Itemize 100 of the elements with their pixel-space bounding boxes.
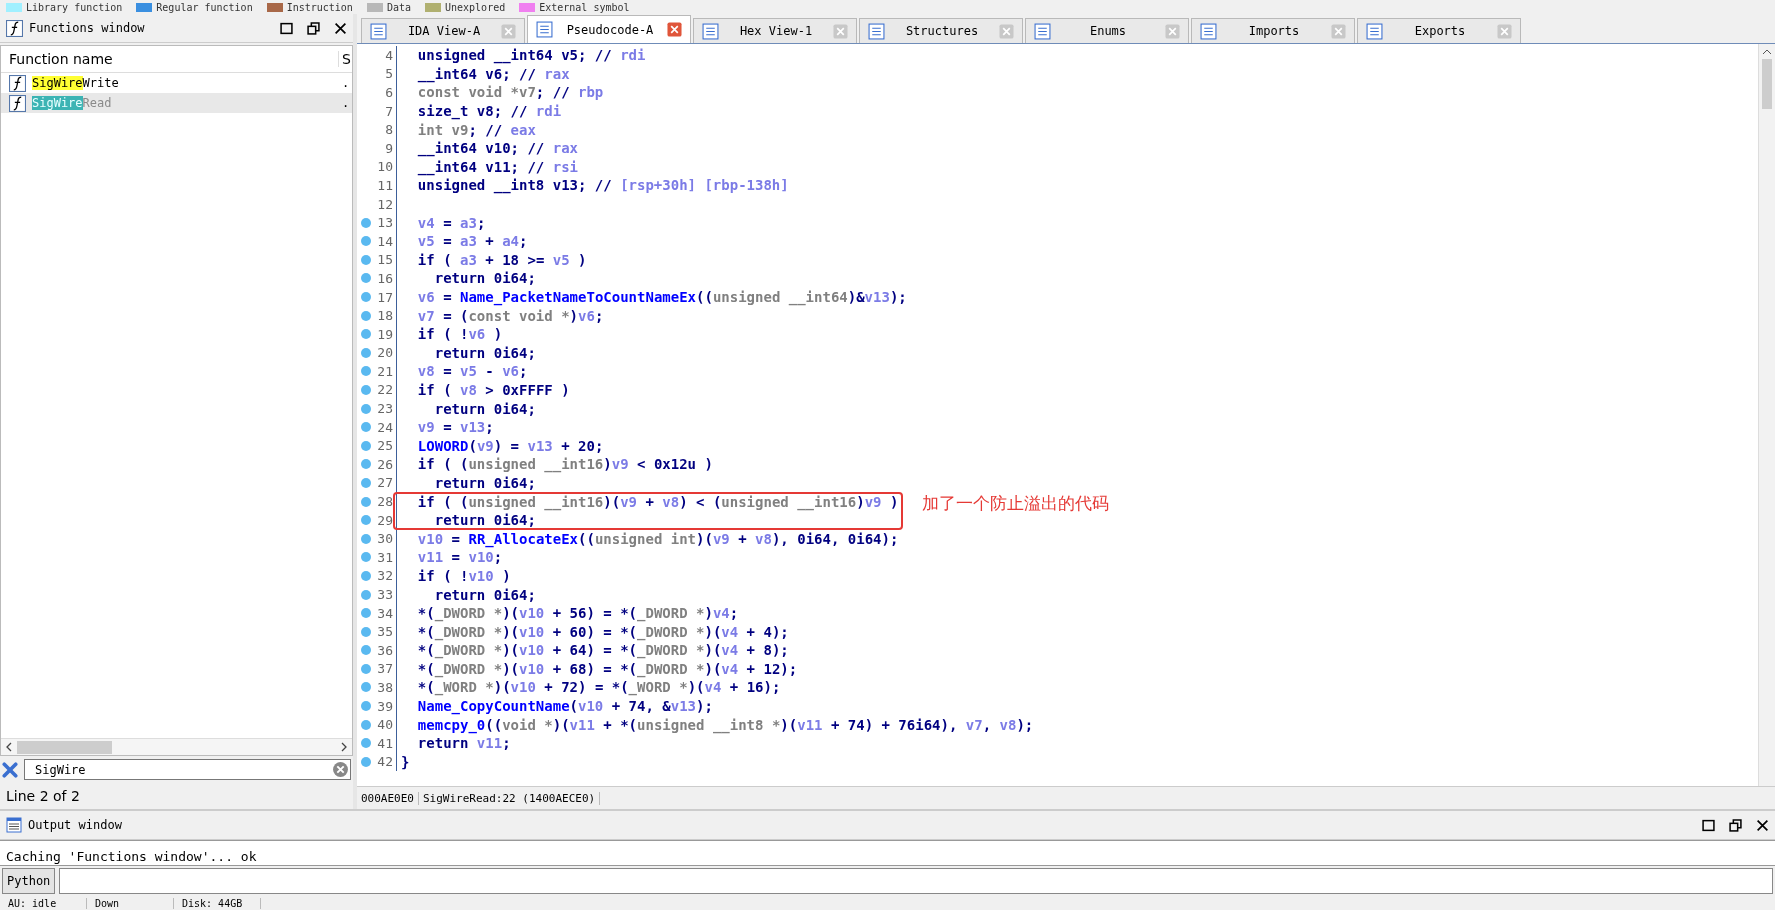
panel-title: Output window [28, 818, 122, 832]
breakpoint-dot[interactable] [361, 682, 371, 693]
code-line: if ( a3 + 18 >= v5 ) [416, 251, 587, 268]
line-number: 34 [377, 605, 393, 621]
function-icon [9, 74, 26, 92]
breakpoint-dot[interactable] [361, 570, 371, 581]
tab[interactable]: Exports [1357, 18, 1521, 43]
breakpoint-dot[interactable] [361, 756, 371, 767]
breakpoint-dot[interactable] [361, 645, 371, 656]
code-line: if ( (unsigned __int16)(v9 + v8) < (unsigned __int16)v9 ) [416, 493, 899, 510]
line-number: 41 [377, 735, 393, 751]
code-line: *(_DWORD *)(v10 + 56) = *(_DWORD *)v4; [416, 605, 739, 622]
line-number: 23 [377, 401, 393, 417]
python-button[interactable]: Python [2, 868, 56, 894]
line-number: 33 [377, 587, 393, 602]
breakpoint-dot[interactable] [361, 422, 371, 433]
breakpoint-dot[interactable] [361, 329, 371, 340]
line-number: 15 [377, 252, 393, 268]
line-number: 22 [377, 382, 393, 398]
line-number: 6 [385, 85, 393, 100]
code-line: *(_WORD *)(v10 + 72) = *(_WORD *)(v4 + 16); [416, 679, 781, 696]
breakpoint-dot[interactable] [361, 385, 371, 395]
breakpoint-dot[interactable] [361, 552, 371, 563]
close-filter-icon[interactable] [2, 761, 18, 778]
legend-label: External symbol [539, 1, 630, 13]
code-line: unsigned __int64 v5; // rdi [416, 47, 646, 64]
scroll-left-icon[interactable] [5, 742, 13, 752]
scrollbar-thumb[interactable] [17, 740, 112, 754]
breakpoint-dot[interactable] [361, 366, 371, 377]
code-line: __int64 v11; // rsi [416, 158, 578, 175]
code-line: *(_DWORD *)(v10 + 64) = *(_DWORD *)(v4 + 8); [416, 642, 789, 659]
breakpoint-dot[interactable] [361, 701, 371, 712]
breakpoint-dot[interactable] [361, 608, 371, 619]
tab[interactable]: IDA View-A [361, 18, 525, 43]
line-number: 29 [377, 512, 393, 528]
tab[interactable]: Pseudocode-A [527, 15, 691, 43]
code-line: return 0i64; [433, 270, 536, 287]
scrollbar-thumb[interactable] [1762, 59, 1772, 109]
code-line: return 0i64; [433, 474, 536, 491]
tab-icon [868, 22, 885, 40]
breakpoint-dot[interactable] [361, 533, 371, 544]
breakpoint-dot[interactable] [361, 217, 371, 228]
maximize-icon[interactable] [280, 21, 293, 35]
line-number: 31 [377, 549, 393, 565]
restore-icon[interactable] [307, 21, 320, 35]
search-field[interactable]: SigWire [24, 759, 351, 780]
line-number: 25 [377, 438, 393, 454]
breakpoint-dot[interactable] [361, 477, 371, 488]
line-number: 20 [377, 345, 393, 361]
line-number: 38 [377, 680, 393, 695]
breakpoint-dot[interactable] [361, 459, 371, 470]
column-header[interactable]: Function name [1, 51, 339, 67]
tab-icon [536, 21, 553, 38]
breakpoint-dot[interactable] [361, 273, 371, 284]
code-line: memcpy_0((void *)(v11 + *(unsigned __int8 *)(v11 + 74) + 76i64), v7, v8); [416, 716, 1034, 733]
scroll-up-icon[interactable] [1762, 48, 1772, 56]
code-line: return 0i64; [433, 586, 536, 603]
breakpoint-dot[interactable] [361, 347, 371, 358]
code-line: v10 = RR_AllocateEx((unsigned int)(v9 + v8), 0i64, 0i64); [416, 530, 899, 547]
close-icon[interactable] [334, 21, 347, 35]
code-line: v11 = v10; [416, 549, 503, 566]
restore-icon[interactable] [1729, 818, 1742, 832]
function-row[interactable]: SigWireRead . [1, 93, 352, 113]
maximize-icon[interactable] [1702, 818, 1715, 832]
line-number: 21 [377, 363, 393, 379]
breakpoint-dot[interactable] [361, 292, 371, 302]
breakpoint-dot[interactable] [361, 738, 371, 749]
breakpoint-dot[interactable] [361, 719, 371, 730]
command-input[interactable] [59, 868, 1773, 894]
tab[interactable]: Enums [1025, 18, 1189, 43]
tab[interactable]: Imports [1191, 18, 1355, 43]
tab[interactable]: Hex View-1 [693, 18, 857, 43]
code-line: size_t v8; // rdi [416, 103, 562, 120]
tab[interactable]: Structures [859, 18, 1023, 43]
breakpoint-dot[interactable] [361, 496, 371, 507]
tab-icon [370, 22, 387, 40]
line-number: 24 [377, 419, 393, 435]
close-icon[interactable] [1756, 818, 1769, 832]
line-number: 16 [377, 270, 393, 286]
breakpoint-dot[interactable] [361, 589, 371, 600]
column-header[interactable]: S [339, 51, 352, 67]
breakpoint-dot[interactable] [361, 236, 371, 247]
horizontal-scrollbar[interactable] [1, 738, 352, 755]
breakpoint-dot[interactable] [361, 440, 371, 451]
log-line: Caching 'Functions window'... ok [6, 849, 258, 864]
code-line: if ( !v6 ) [416, 326, 503, 343]
code-line: v8 = v5 - v6; [416, 363, 528, 380]
scroll-right-icon[interactable] [340, 742, 348, 752]
breakpoint-dot[interactable] [361, 663, 371, 674]
vertical-scrollbar[interactable] [1758, 44, 1775, 786]
breakpoint-dot[interactable] [361, 626, 371, 637]
code-line: __int64 v10; // rax [416, 140, 578, 157]
line-number: 11 [377, 177, 393, 193]
code-line: if ( v8 > 0xFFFF ) [416, 382, 570, 398]
breakpoint-dot[interactable] [361, 515, 371, 526]
table-cell-text: . [342, 96, 351, 110]
breakpoint-dot[interactable] [361, 403, 371, 414]
breakpoint-dot[interactable] [361, 310, 371, 321]
breakpoint-dot[interactable] [361, 254, 371, 265]
clear-icon[interactable] [332, 761, 349, 778]
